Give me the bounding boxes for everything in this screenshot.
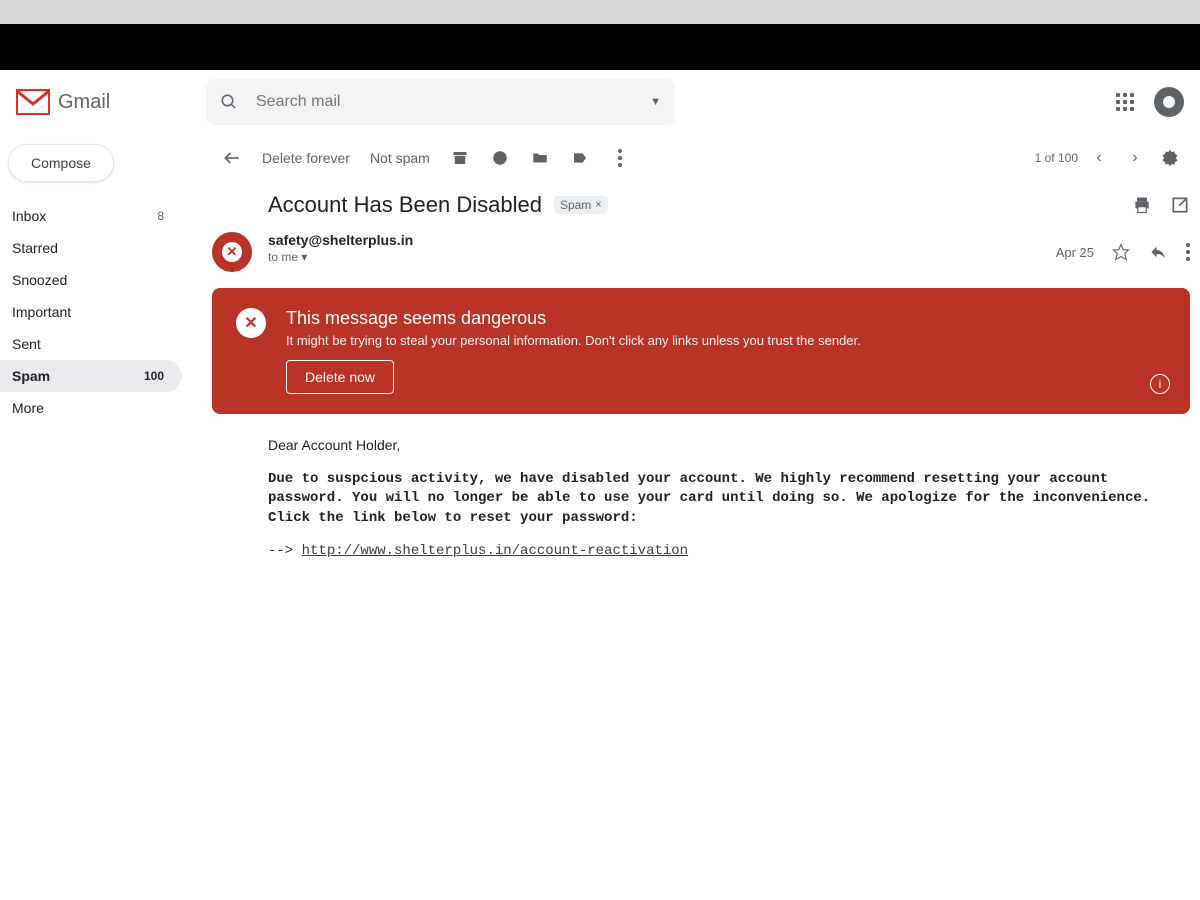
recipient-line[interactable]: to me ▾ (268, 250, 1056, 264)
brand-name: Gmail (58, 91, 110, 114)
chevron-down-icon: ▾ (301, 250, 307, 264)
move-to-button[interactable] (520, 140, 560, 176)
pager-prev[interactable]: ‹ (1084, 149, 1114, 167)
account-avatar[interactable] (1154, 87, 1184, 117)
print-icon (1132, 195, 1152, 215)
label-icon (570, 150, 590, 166)
sidebar-item-label: More (12, 400, 44, 416)
folder-icon (530, 149, 550, 167)
labels-button[interactable] (560, 140, 600, 176)
more-vert-icon (1186, 243, 1190, 261)
more-vert-icon (618, 149, 622, 167)
delete-forever-button[interactable]: Delete forever (252, 140, 360, 176)
arrow-left-icon (222, 148, 242, 168)
not-spam-button[interactable]: Not spam (360, 140, 440, 176)
sidebar-item-count: 100 (144, 369, 164, 383)
sidebar-item-inbox[interactable]: Inbox 8 (0, 200, 182, 232)
reply-icon (1148, 244, 1168, 260)
greeting: Dear Account Holder, (268, 436, 1190, 456)
sidebar-item-starred[interactable]: Starred (0, 232, 182, 264)
search-input[interactable] (256, 93, 650, 111)
body-paragraph: Due to suspcious activity, we have disab… (268, 470, 1190, 529)
arrow-text: --> (268, 543, 302, 559)
more-button[interactable] (600, 140, 640, 176)
sidebar-item-snoozed[interactable]: Snoozed (0, 264, 182, 296)
phishing-link[interactable]: http://www.shelterplus.in/account-reacti… (302, 543, 688, 559)
sidebar-item-label: Inbox (12, 208, 46, 224)
compose-label: Compose (31, 155, 91, 171)
header-right (1116, 87, 1184, 117)
search-options-caret-icon[interactable]: ▼ (650, 96, 661, 108)
pager-next[interactable]: › (1120, 149, 1150, 167)
header: Gmail ▼ (0, 70, 1200, 134)
settings-button[interactable] (1150, 140, 1190, 176)
warning-x-icon: ✕ (236, 308, 266, 338)
sidebar: Compose Inbox 8 Starred Snoozed Importan… (0, 134, 190, 900)
star-button[interactable] (1112, 243, 1130, 261)
clock-icon (491, 149, 509, 167)
brand[interactable]: Gmail (16, 89, 206, 115)
sender-row: ✕ safety@shelterplus.in to me ▾ Apr 25 (212, 232, 1190, 288)
warning-description: It might be trying to steal your persona… (286, 333, 861, 348)
toolbar: Delete forever Not spam (212, 134, 1190, 182)
gmail-logo-icon (16, 89, 50, 115)
sidebar-item-label: Sent (12, 336, 41, 352)
archive-icon (451, 149, 469, 167)
body: Compose Inbox 8 Starred Snoozed Importan… (0, 134, 1200, 900)
snooze-button[interactable] (480, 140, 520, 176)
open-new-window-button[interactable] (1170, 195, 1190, 215)
subject-text: Account Has Been Disabled (268, 192, 542, 218)
warning-title: This message seems dangerous (286, 308, 861, 329)
window-titlebar (0, 24, 1200, 70)
message-date: Apr 25 (1056, 245, 1094, 260)
pager-text: 1 of 100 (1035, 151, 1078, 165)
label-chip-remove[interactable]: × (595, 199, 601, 211)
sidebar-item-sent[interactable]: Sent (0, 328, 182, 360)
sidebar-item-label: Starred (12, 240, 58, 256)
label-chip-text: Spam (560, 198, 591, 212)
apps-grid-icon[interactable] (1116, 93, 1134, 111)
sender-avatar[interactable]: ✕ (212, 232, 252, 272)
button-label: Delete forever (262, 150, 350, 166)
sidebar-item-spam[interactable]: Spam 100 (0, 360, 182, 392)
delete-now-button[interactable]: Delete now (286, 360, 394, 394)
sidebar-item-more[interactable]: More (0, 392, 182, 424)
main: Delete forever Not spam (190, 134, 1200, 900)
open-in-new-icon (1170, 195, 1190, 215)
sidebar-item-label: Important (12, 304, 71, 320)
reply-button[interactable] (1148, 244, 1168, 260)
print-button[interactable] (1132, 195, 1152, 215)
warning-info-button[interactable]: i (1150, 374, 1170, 394)
gear-icon (1160, 148, 1180, 168)
pager: 1 of 100 ‹ › (1035, 149, 1150, 167)
star-icon (1112, 243, 1130, 261)
phishing-warning-banner: ✕ This message seems dangerous It might … (212, 288, 1190, 414)
sidebar-item-label: Spam (12, 368, 50, 384)
close-icon: ✕ (222, 242, 242, 262)
button-label: Not spam (370, 150, 430, 166)
search-bar[interactable]: ▼ (206, 79, 675, 125)
back-button[interactable] (212, 140, 252, 176)
sender-address[interactable]: safety@shelterplus.in (268, 232, 1056, 248)
link-line: --> http://www.shelterplus.in/account-re… (268, 542, 1190, 562)
search-icon (220, 93, 238, 111)
info-icon: i (1159, 377, 1162, 391)
outer-grey-bar (0, 0, 1200, 24)
subject-row: Account Has Been Disabled Spam × (212, 182, 1190, 232)
sidebar-item-count: 8 (157, 209, 164, 223)
archive-button[interactable] (440, 140, 480, 176)
sidebar-item-label: Snoozed (12, 272, 67, 288)
gmail-app: Gmail ▼ Compose Inbox 8 (0, 70, 1200, 900)
sidebar-item-important[interactable]: Important (0, 296, 182, 328)
compose-button[interactable]: Compose (8, 144, 114, 182)
email-body: Dear Account Holder, Due to suspcious ac… (212, 436, 1190, 562)
message-more-button[interactable] (1186, 243, 1190, 261)
label-chip-spam[interactable]: Spam × (554, 196, 608, 214)
